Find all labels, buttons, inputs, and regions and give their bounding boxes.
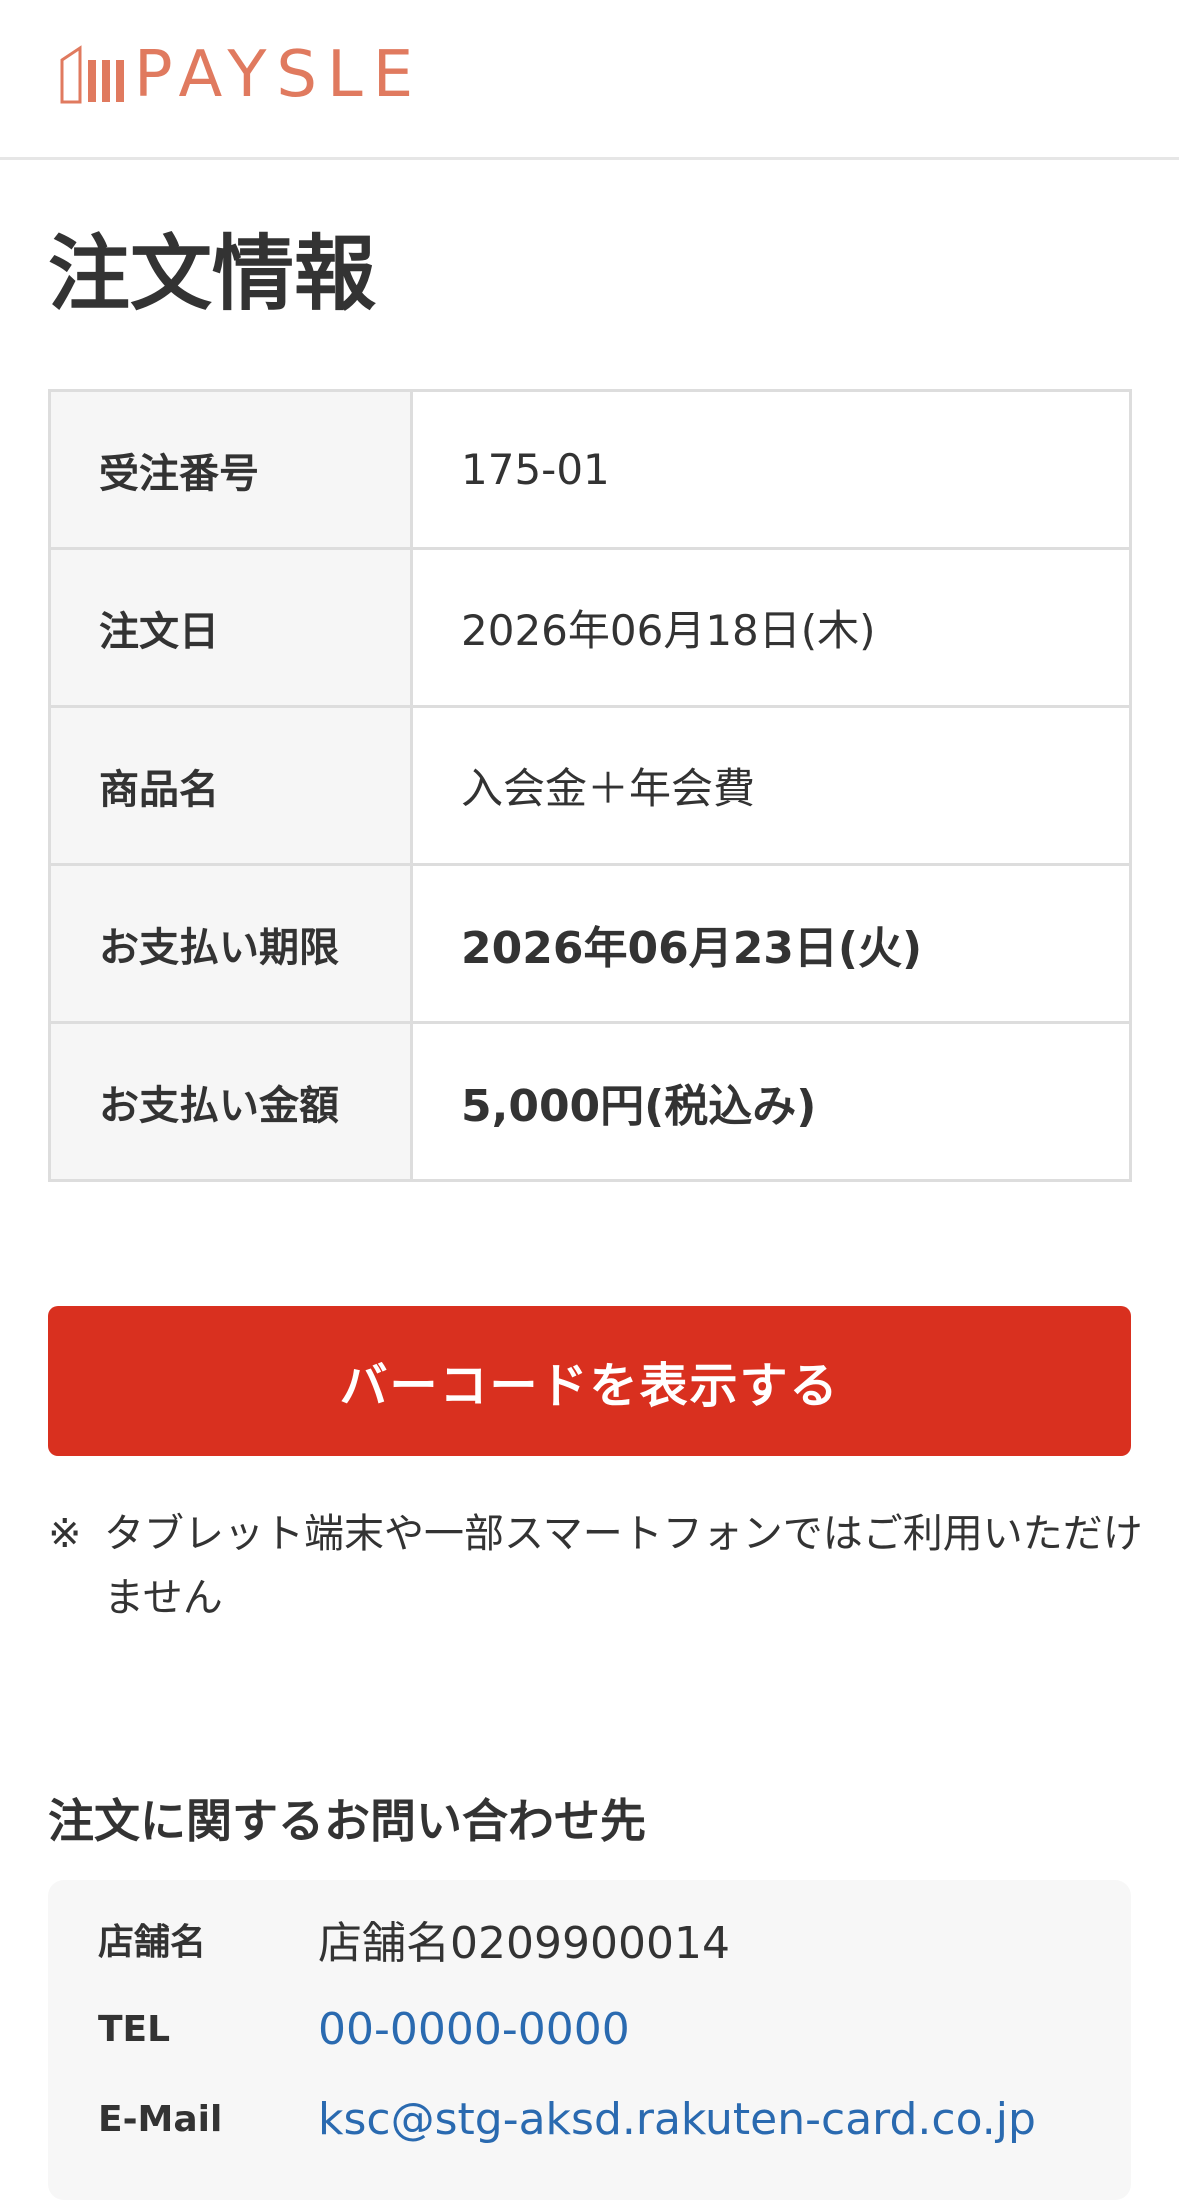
product-name-label: 商品名 [48, 705, 413, 866]
contact-row-email: E-Mail ksc@stg-aksd.rakuten-card.co.jp [98, 2084, 1036, 2154]
show-barcode-button[interactable]: バーコードを表示する [48, 1306, 1131, 1456]
payment-amount-label: お支払い金額 [48, 1021, 413, 1182]
logo-text: PAYSLE [134, 38, 424, 112]
payment-deadline-label: お支払い期限 [48, 863, 413, 1024]
device-note: ※ タブレット端末や一部スマートフォンではご利用いただけません [48, 1502, 1148, 1630]
table-row-product-name: 商品名 入会金＋年会費 [48, 705, 1132, 866]
page-title: 注文情報 [48, 227, 377, 322]
email-label: E-Mail [98, 2098, 223, 2140]
payment-amount-value: 5,000円(税込み) [410, 1021, 1132, 1182]
table-row-order-number: 受注番号 175-01 [48, 389, 1132, 550]
table-row-payment-deadline: お支払い期限 2026年06月23日(火) [48, 863, 1132, 1024]
store-value: 店舗名0209900014 [318, 1918, 730, 1969]
note-text: タブレット端末や一部スマートフォンではご利用いただけません [104, 1511, 1143, 1621]
store-label: 店舗名 [98, 1922, 207, 1963]
contact-row-store: 店舗名 店舗名0209900014 [98, 1904, 730, 1974]
contact-info-box: 店舗名 店舗名0209900014 TEL 00-0000-0000 E-Mai… [48, 1880, 1131, 2200]
paysle-logo[interactable]: PAYSLE [58, 40, 423, 110]
note-mark: ※ [48, 1511, 82, 1557]
order-number-label: 受注番号 [48, 389, 413, 550]
product-name-value: 入会金＋年会費 [410, 705, 1132, 866]
paysle-logo-icon [60, 45, 124, 104]
table-row-order-date: 注文日 2026年06月18日(木) [48, 547, 1132, 708]
tel-label: TEL [98, 2008, 171, 2050]
tel-link[interactable]: 00-0000-0000 [318, 2004, 630, 2055]
order-info-table: 受注番号 175-01 注文日 2026年06月18日(木) 商品名 入会金＋年… [48, 389, 1132, 1182]
contact-section-title: 注文に関するお問い合わせ先 [48, 1794, 646, 1848]
email-link[interactable]: ksc@stg-aksd.rakuten-card.co.jp [318, 2094, 1036, 2145]
table-row-payment-amount: お支払い金額 5,000円(税込み) [48, 1021, 1132, 1182]
order-date-label: 注文日 [48, 547, 413, 708]
order-date-value: 2026年06月18日(木) [410, 547, 1132, 708]
contact-row-tel: TEL 00-0000-0000 [98, 1994, 630, 2064]
payment-deadline-value: 2026年06月23日(火) [410, 863, 1132, 1024]
app-header: PAYSLE [0, 0, 1179, 160]
order-number-value: 175-01 [410, 389, 1132, 550]
